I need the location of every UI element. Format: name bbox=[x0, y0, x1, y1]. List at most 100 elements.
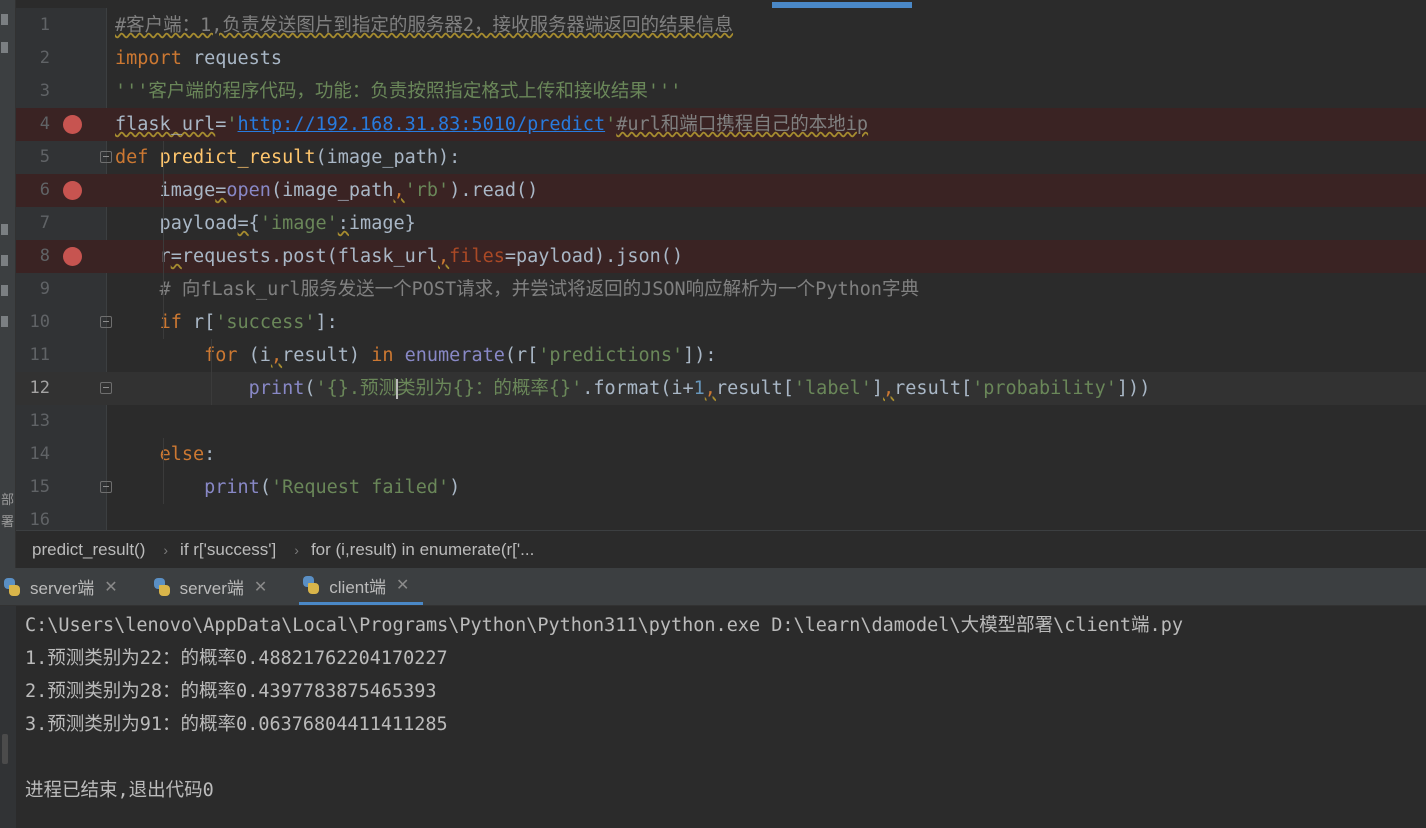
line-number[interactable]: 1 bbox=[16, 9, 50, 42]
code-line[interactable]: 8 r=requests.post(flask_url,files=payloa… bbox=[16, 240, 1426, 273]
console-line[interactable]: C:\Users\lenovo\AppData\Local\Programs\P… bbox=[25, 609, 1183, 642]
code-line[interactable]: 9 # 向fLask_url服务发送一个POST请求，并尝试将返回的JSON响应… bbox=[16, 273, 1426, 306]
code-token: '''客户端的程序代码，功能：负责按照指定格式上传和接收结果''' bbox=[115, 81, 682, 102]
indent-guide bbox=[163, 141, 164, 339]
tool-window-icon[interactable] bbox=[1, 255, 8, 266]
fold-toggle-icon[interactable] bbox=[100, 151, 112, 163]
code-token: , bbox=[393, 180, 405, 201]
breadcrumb: predict_result() › if r['success'] › for… bbox=[16, 530, 1426, 568]
code-text[interactable]: flask_url='http://192.168.31.83:5010/pre… bbox=[115, 108, 868, 141]
line-number[interactable]: 15 bbox=[16, 471, 50, 504]
breadcrumb-item[interactable]: predict_result() bbox=[32, 540, 145, 560]
code-editor[interactable]: 1 #客户端：1,负责发送图片到指定的服务器2，接收服务器端返回的结果信息 2 imp… bbox=[16, 0, 1426, 530]
line-number[interactable]: 13 bbox=[16, 405, 50, 438]
tool-window-icon[interactable] bbox=[1, 316, 8, 327]
code-token: print bbox=[204, 477, 260, 498]
line-number[interactable]: 10 bbox=[16, 306, 50, 339]
code-text[interactable]: #客户端：1,负责发送图片到指定的服务器2，接收服务器端返回的结果信息 bbox=[115, 9, 733, 42]
line-number[interactable]: 11 bbox=[16, 339, 50, 372]
code-line[interactable]: 16 bbox=[16, 504, 1426, 530]
line-number[interactable]: 2 bbox=[16, 42, 50, 75]
code-line[interactable]: 2 import requests bbox=[16, 42, 1426, 75]
line-number[interactable]: 3 bbox=[16, 75, 50, 108]
tool-window-icon[interactable] bbox=[1, 14, 8, 25]
code-token: (image_path bbox=[270, 180, 394, 201]
code-line[interactable]: 11 for (i,result) in enumerate(r['predic… bbox=[16, 339, 1426, 372]
code-line[interactable]: 6 image=open(image_path,'rb').read() bbox=[16, 174, 1426, 207]
code-token: (i bbox=[237, 345, 271, 366]
code-token: 'success' bbox=[215, 312, 316, 333]
code-token: ])) bbox=[1116, 378, 1151, 399]
code-token: = bbox=[170, 246, 182, 267]
code-text[interactable]: for (i,result) in enumerate(r['predictio… bbox=[115, 339, 716, 372]
code-text[interactable]: image=open(image_path,'rb').read() bbox=[115, 174, 539, 207]
code-text[interactable]: r=requests.post(flask_url,files=payload)… bbox=[115, 240, 684, 273]
run-console[interactable]: C:\Users\lenovo\AppData\Local\Programs\P… bbox=[0, 606, 1426, 828]
code-line[interactable]: 4 flask_url='http://192.168.31.83:5010/pr… bbox=[16, 108, 1426, 141]
breakpoint-icon[interactable] bbox=[63, 115, 82, 134]
line-number[interactable]: 9 bbox=[16, 273, 50, 306]
code-token: image} bbox=[348, 213, 416, 234]
code-token: .format(i+ bbox=[582, 378, 694, 399]
close-icon[interactable]: ✕ bbox=[396, 575, 409, 595]
code-line[interactable]: 14 else: bbox=[16, 438, 1426, 471]
line-number[interactable]: 8 bbox=[16, 240, 50, 273]
close-icon[interactable]: ✕ bbox=[254, 577, 267, 597]
code-line[interactable]: 7 payload={'image':image} bbox=[16, 207, 1426, 240]
breadcrumb-item[interactable]: for (i,result) in enumerate(r['... bbox=[311, 540, 534, 560]
code-text[interactable]: import requests bbox=[115, 42, 282, 75]
code-token: = bbox=[237, 213, 249, 234]
line-number[interactable]: 16 bbox=[16, 504, 50, 530]
code-token: http://192.168.31.83:5010/predict bbox=[237, 114, 606, 135]
code-line[interactable]: 5 def predict_result(image_path): bbox=[16, 141, 1426, 174]
fold-toggle-icon[interactable] bbox=[100, 481, 112, 493]
active-editor-tab-indicator[interactable] bbox=[772, 2, 912, 8]
code-token: 'rb' bbox=[404, 180, 450, 201]
code-text[interactable]: if r['success']: bbox=[115, 306, 338, 339]
breadcrumb-item[interactable]: if r['success'] bbox=[180, 540, 276, 560]
line-number[interactable]: 14 bbox=[16, 438, 50, 471]
breakpoint-icon[interactable] bbox=[63, 181, 82, 200]
code-text[interactable]: print('Request failed') bbox=[115, 471, 460, 504]
code-text[interactable]: else: bbox=[115, 438, 216, 471]
tool-window-icon[interactable] bbox=[1, 224, 8, 235]
code-line[interactable]: 3 '''客户端的程序代码，功能：负责按照指定格式上传和接收结果''' bbox=[16, 75, 1426, 108]
breakpoint-icon[interactable] bbox=[63, 247, 82, 266]
run-tab-active[interactable]: client端 ✕ bbox=[299, 568, 424, 605]
chevron-right-icon: › bbox=[163, 541, 169, 558]
code-token: result) bbox=[282, 345, 372, 366]
line-number[interactable]: 6 bbox=[16, 174, 50, 207]
close-icon[interactable]: ✕ bbox=[104, 577, 117, 597]
line-number[interactable]: 5 bbox=[16, 141, 50, 174]
code-line[interactable]: 12 print('{}.预测类别为{}：的概率{}'.format(i+1,r… bbox=[16, 372, 1426, 405]
tool-window-icon[interactable] bbox=[1, 285, 8, 296]
code-text[interactable]: '''客户端的程序代码，功能：负责按照指定格式上传和接收结果''' bbox=[115, 75, 681, 108]
line-number[interactable]: 12 bbox=[16, 372, 50, 405]
code-line[interactable]: 15 print('Request failed') bbox=[16, 471, 1426, 504]
code-text[interactable]: print('{}.预测类别为{}：的概率{}'.format(i+1,resu… bbox=[115, 372, 1150, 405]
code-token: predict_result bbox=[159, 147, 316, 168]
line-number[interactable]: 4 bbox=[16, 108, 50, 141]
code-line[interactable]: 13 bbox=[16, 405, 1426, 438]
line-number[interactable]: 7 bbox=[16, 207, 50, 240]
fold-toggle-icon[interactable] bbox=[100, 382, 112, 394]
code-line[interactable]: 10 if r['success']: bbox=[16, 306, 1426, 339]
run-tab[interactable]: server端 ✕ bbox=[150, 568, 282, 605]
console-line: 1.预测类别为22：的概率0.48821762204170227 bbox=[25, 648, 448, 669]
code-text[interactable]: payload={'image':image} bbox=[115, 207, 416, 240]
code-token: result[ bbox=[715, 378, 794, 399]
code-token: in bbox=[371, 345, 394, 366]
code-token: image bbox=[115, 180, 216, 201]
tool-window-icon[interactable] bbox=[1, 42, 8, 53]
indent-guide bbox=[211, 339, 212, 405]
side-tool-label[interactable]: 部署 bbox=[1, 490, 15, 534]
code-token: 'Request failed' bbox=[270, 477, 450, 498]
code-text[interactable]: def predict_result(image_path): bbox=[115, 141, 460, 174]
code-token: 1 bbox=[693, 378, 705, 399]
code-line[interactable]: 1 #客户端：1,负责发送图片到指定的服务器2，接收服务器端返回的结果信息 bbox=[16, 9, 1426, 42]
code-token: ( bbox=[304, 378, 316, 399]
code-text[interactable]: # 向fLask_url服务发送一个POST请求，并尝试将返回的JSON响应解析… bbox=[115, 273, 919, 306]
fold-toggle-icon[interactable] bbox=[100, 316, 112, 328]
run-tab[interactable]: server端 ✕ bbox=[0, 568, 132, 605]
